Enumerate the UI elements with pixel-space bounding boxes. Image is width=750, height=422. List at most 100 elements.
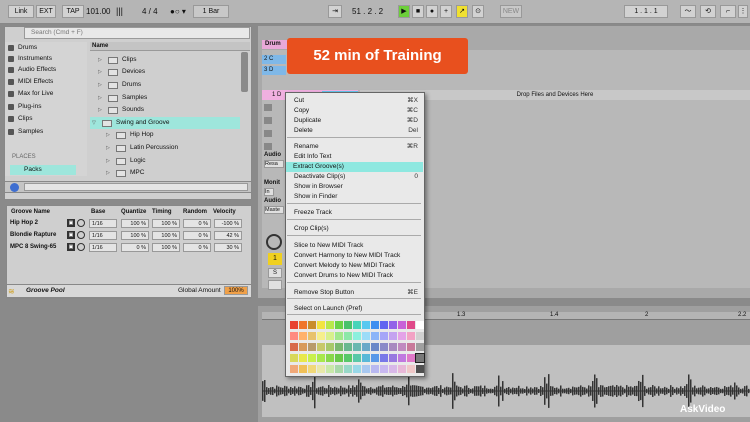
track-activator-button[interactable]: 1 (268, 253, 282, 265)
color-swatch[interactable] (416, 343, 424, 351)
category-midi-effects[interactable]: MIDI Effects (8, 76, 53, 87)
clip-stop-icon[interactable] (264, 104, 272, 111)
color-swatch[interactable] (398, 354, 406, 362)
ext-button[interactable]: EXT (36, 5, 56, 18)
color-swatch[interactable] (398, 343, 406, 351)
groove-name-header[interactable]: Groove Name (11, 209, 50, 215)
velocity-field[interactable]: 30 % (214, 243, 242, 252)
color-swatch[interactable] (389, 354, 397, 362)
new-button[interactable]: NEW (500, 5, 522, 18)
color-swatch[interactable] (326, 332, 334, 340)
solo-button[interactable]: S (268, 268, 282, 278)
color-swatch[interactable] (290, 365, 298, 373)
menu-item[interactable]: Copy ⌘C (294, 106, 420, 116)
color-swatch[interactable] (344, 365, 352, 373)
quantize-field[interactable]: 100 % (121, 219, 149, 228)
master-dropdown[interactable]: Maste (264, 206, 284, 214)
color-swatch[interactable] (353, 365, 361, 373)
color-swatch[interactable] (326, 321, 334, 329)
menu-item[interactable]: Show in Browser (294, 182, 420, 192)
color-swatch[interactable] (380, 332, 388, 340)
session-record-icon[interactable]: ⊙ (472, 5, 484, 18)
tempo-field[interactable]: 101.00 (86, 5, 110, 18)
nudge-icon[interactable]: ||| (116, 5, 123, 18)
arm-button[interactable] (268, 280, 282, 290)
folder-devices[interactable]: ▷ Devices (98, 66, 248, 78)
color-swatch[interactable] (317, 332, 325, 340)
category-drums[interactable]: Drums (8, 42, 37, 53)
commit-icon[interactable] (77, 219, 85, 227)
color-swatch[interactable] (344, 332, 352, 340)
random-field[interactable]: 0 % (183, 219, 211, 228)
menu-item[interactable]: Deactivate Clip(s) 0 (294, 172, 420, 182)
color-swatch[interactable] (299, 343, 307, 351)
commit-icon[interactable] (77, 231, 85, 239)
global-amount-field[interactable]: 100% (224, 286, 248, 295)
menu-item[interactable]: Rename ⌘R (294, 142, 420, 152)
tap-button[interactable]: TAP (62, 5, 84, 18)
clip-stop-icon[interactable] (264, 130, 272, 137)
color-swatch[interactable] (362, 343, 370, 351)
color-swatch[interactable] (353, 343, 361, 351)
category-plug-ins[interactable]: Plug-ins (8, 101, 41, 112)
quantize-header[interactable]: Quantize (121, 209, 146, 215)
base-dropdown[interactable]: 1/16 (89, 219, 117, 228)
menu-item[interactable]: Show in Finder (294, 192, 420, 202)
preview-waveform[interactable] (24, 183, 248, 191)
hot-swap-icon[interactable]: ▣ (67, 219, 75, 227)
color-swatch[interactable] (317, 343, 325, 351)
color-swatch[interactable] (362, 332, 370, 340)
name-header[interactable]: Name (90, 42, 250, 51)
menu-item[interactable]: Convert Drums to New MIDI Track (294, 271, 420, 281)
color-swatch[interactable] (362, 354, 370, 362)
color-swatch[interactable] (407, 321, 415, 329)
color-swatch[interactable] (371, 354, 379, 362)
draw-mode-icon[interactable]: ～ (680, 5, 696, 18)
color-swatch[interactable] (398, 332, 406, 340)
folder-clips[interactable]: ▷ Clips (98, 54, 248, 66)
menu-item[interactable]: Convert Harmony to New MIDI Track (294, 251, 420, 261)
color-swatch[interactable] (308, 365, 316, 373)
groove-pool-icon[interactable]: ≋ (8, 287, 15, 296)
overdub-icon[interactable]: + (440, 5, 452, 18)
groove-row[interactable]: MPC 8 Swing-65 ▣ 1/16 0 % 100 % 0 % 30 % (7, 242, 251, 253)
color-swatch[interactable] (353, 332, 361, 340)
place-packs[interactable]: Packs (10, 165, 76, 175)
velocity-header[interactable]: Velocity (213, 209, 236, 215)
follow-icon[interactable]: ⇥ (328, 5, 342, 18)
color-swatch[interactable] (326, 343, 334, 351)
color-swatch[interactable] (416, 332, 424, 340)
monitor-in-button[interactable]: In (264, 188, 274, 196)
color-swatch[interactable] (335, 354, 343, 362)
color-swatch[interactable] (380, 321, 388, 329)
velocity-field[interactable]: 42 % (214, 231, 242, 240)
color-swatch[interactable] (389, 343, 397, 351)
color-swatch[interactable] (344, 321, 352, 329)
folder-drums[interactable]: ▷ Drums (98, 79, 248, 91)
color-swatch[interactable] (308, 321, 316, 329)
clip-stop-icon[interactable] (264, 117, 272, 124)
color-swatch[interactable] (290, 332, 298, 340)
color-swatch[interactable] (299, 354, 307, 362)
color-swatch[interactable] (371, 321, 379, 329)
loop-icon[interactable]: ⟲ (700, 5, 716, 18)
color-swatch[interactable] (407, 365, 415, 373)
hot-swap-icon[interactable]: ▣ (67, 243, 75, 251)
color-swatch[interactable] (353, 354, 361, 362)
color-swatch[interactable] (344, 343, 352, 351)
color-swatch[interactable] (317, 354, 325, 362)
subfolder-hip-hop[interactable]: ▷ Hip Hop (106, 129, 256, 141)
random-field[interactable]: 0 % (183, 231, 211, 240)
quantize-dropdown[interactable]: 1 Bar (193, 5, 229, 18)
color-swatch[interactable] (290, 321, 298, 329)
color-swatch[interactable] (416, 365, 424, 373)
color-swatch[interactable] (362, 321, 370, 329)
preview-icon[interactable] (10, 183, 19, 192)
link-button[interactable]: Link (8, 5, 34, 18)
groove-row[interactable]: Blondie Rapture ▣ 1/16 100 % 100 % 0 % 42 % (7, 230, 251, 241)
color-swatch[interactable] (326, 354, 334, 362)
color-swatch[interactable] (380, 354, 388, 362)
color-swatch[interactable] (353, 321, 361, 329)
color-swatch[interactable] (317, 321, 325, 329)
menu-item[interactable]: Remove Stop Button ⌘E (294, 288, 420, 298)
